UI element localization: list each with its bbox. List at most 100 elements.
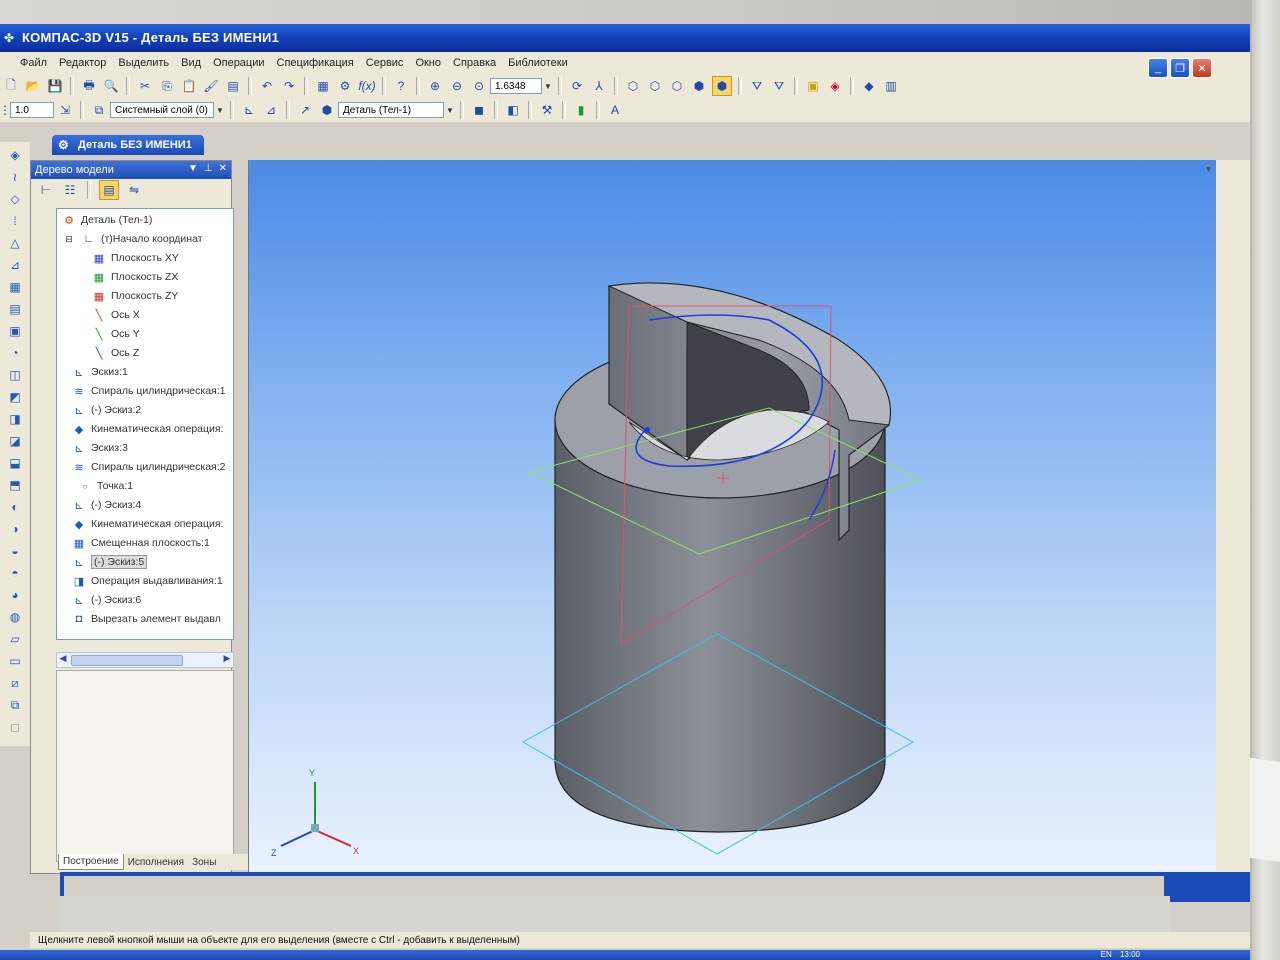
sketch-mode-icon[interactable]: ⊾ xyxy=(240,101,258,119)
close-icon[interactable]: ✕ xyxy=(219,163,227,174)
scroll-right-icon[interactable]: ▶ xyxy=(221,653,233,664)
tree-item[interactable]: ⊾ Эскиз:1 xyxy=(71,363,127,381)
sweep-op-icon[interactable]: ◑ xyxy=(5,520,25,538)
weld-icon[interactable]: ⬓ xyxy=(5,454,25,472)
filter-icon[interactable]: ⛛ xyxy=(748,77,766,95)
halftone-icon[interactable]: ⬢ xyxy=(690,77,708,95)
tree-item[interactable]: ⊾ (-) Эскиз:4 xyxy=(71,496,141,514)
spatial-curves-icon[interactable]: ≀ xyxy=(5,168,25,186)
rib-icon[interactable]: ▱ xyxy=(5,630,25,648)
menu-window[interactable]: Окно xyxy=(409,57,447,69)
paste-icon[interactable]: 📋 xyxy=(180,77,198,95)
hole-icon[interactable]: ◍ xyxy=(5,608,25,626)
menu-select[interactable]: Выделить xyxy=(112,57,175,69)
tree-item[interactable]: ⊾ Эскиз:3 xyxy=(71,439,127,457)
select-filter-icon[interactable]: ⛛ xyxy=(770,77,788,95)
filters-icon[interactable]: ▦ xyxy=(5,278,25,296)
extrude-side-icon[interactable]: ⬒ xyxy=(5,476,25,494)
tree-view-icon[interactable]: ▤ xyxy=(99,180,119,200)
sheet-body-icon[interactable]: ◫ xyxy=(5,366,25,384)
tree-item[interactable]: ≋ Спираль цилиндрическая:2 xyxy=(71,458,225,476)
shaded-cube-icon[interactable]: ◆ xyxy=(860,77,878,95)
close-icon[interactable]: ✕ xyxy=(1192,58,1212,78)
library-icon[interactable]: ⚙ xyxy=(336,77,354,95)
shell-icon[interactable]: ▭ xyxy=(5,652,25,670)
tree-item[interactable]: ▦ Плоскость ZY xyxy=(91,287,179,305)
menu-file[interactable]: Файл xyxy=(14,57,53,69)
collapse-icon[interactable]: ⊟ xyxy=(61,232,77,246)
reports-icon[interactable]: ▣ xyxy=(5,322,25,340)
tree-item[interactable]: ⊾ (-) Эскиз:2 xyxy=(71,401,141,419)
new-file-icon[interactable]: 🗋 xyxy=(2,77,20,95)
scroll-left-icon[interactable]: ◀ xyxy=(57,653,69,664)
zoom-scale-field[interactable]: 1.6348 xyxy=(490,78,542,94)
chevron-down-icon[interactable]: ▼ xyxy=(542,79,554,93)
specification-icon[interactable]: ▤ xyxy=(5,300,25,318)
tree-item[interactable]: ▦ Плоскость ZX xyxy=(91,268,179,286)
orientation-icon[interactable]: ⅄ xyxy=(590,77,608,95)
detail-select[interactable]: Деталь (Тел-1) xyxy=(338,102,444,118)
chevron-down-icon[interactable]: ▼ xyxy=(188,163,198,174)
hidden-thin-icon[interactable]: ⬡ xyxy=(668,77,686,95)
tree-item[interactable]: ⊾ (-) Эскиз:6 xyxy=(71,591,141,609)
copy-icon[interactable]: ⎘ xyxy=(158,77,176,95)
restore-icon[interactable]: ❐ xyxy=(1170,58,1190,78)
orient-icon[interactable]: ↗ xyxy=(296,101,314,119)
sheet-bend-icon[interactable]: ◩ xyxy=(5,388,25,406)
tab-zones[interactable]: Зоны xyxy=(188,854,220,870)
tree-horizontal-scrollbar[interactable]: ◀ ▶ xyxy=(56,652,234,668)
menu-service[interactable]: Сервис xyxy=(360,57,410,69)
print-icon[interactable]: 🖶 xyxy=(80,77,98,95)
preview-icon[interactable]: 🔍 xyxy=(102,77,120,95)
tab-build[interactable]: Построение xyxy=(58,854,124,870)
blue-cube-icon[interactable]: ◼ xyxy=(470,101,488,119)
tree-item[interactable]: ▦ Смещенная плоскость:1 xyxy=(71,534,210,552)
zoom-window-icon[interactable]: ⊕ xyxy=(426,77,444,95)
step-field[interactable]: 1.0 xyxy=(10,102,54,118)
menu-specification[interactable]: Спецификация xyxy=(271,57,360,69)
redo-icon[interactable]: ↷ xyxy=(280,77,298,95)
3d-viewport[interactable]: Y X Z ▼ xyxy=(248,160,1217,872)
tree-relations-icon[interactable]: ⇋ xyxy=(125,181,143,199)
tree-item[interactable]: ▦ Плоскость XY xyxy=(91,249,179,267)
cut-icon[interactable]: ✂ xyxy=(136,77,154,95)
variables-icon[interactable]: f(x) xyxy=(358,77,376,95)
chevron-down-icon[interactable]: ▼ xyxy=(214,103,226,117)
zoom-all-icon[interactable]: ⊙ xyxy=(470,77,488,95)
pin-icon[interactable]: ⊥ xyxy=(204,163,213,174)
tree-item[interactable]: ◆ Кинематическая операция: xyxy=(71,515,224,533)
manager-icon[interactable]: ▦ xyxy=(314,77,332,95)
tree-item[interactable]: ≋ Спираль цилиндрическая:1 xyxy=(71,382,225,400)
tab-versions[interactable]: Исполнения xyxy=(124,854,188,870)
tree-item[interactable]: ╲ Ось Z xyxy=(91,344,140,362)
tree-item[interactable]: ○ Точка:1 xyxy=(77,477,134,495)
tree-item[interactable]: ╲ Ось Y xyxy=(91,325,140,343)
tree-item[interactable]: ⊟ ∟ (т)Начало координат xyxy=(61,230,202,248)
chevron-down-icon[interactable]: ▼ xyxy=(444,103,456,117)
tree-item[interactable]: ╲ Ось X xyxy=(91,306,140,324)
edit-sketch-icon[interactable]: ⊿ xyxy=(262,101,280,119)
save-icon[interactable]: 💾 xyxy=(46,77,64,95)
annotation-icon[interactable]: A xyxy=(606,101,624,119)
scroll-thumb[interactable] xyxy=(71,655,183,666)
mold-icon[interactable]: ◪ xyxy=(5,432,25,450)
step-cursor-icon[interactable]: ⇲ xyxy=(56,101,74,119)
tree-item[interactable]: ◨ Операция выдавливания:1 xyxy=(71,572,223,590)
menu-help[interactable]: Справка xyxy=(447,57,502,69)
open-file-icon[interactable]: 📂 xyxy=(24,77,42,95)
tree-item[interactable]: ◘ Вырезать элемент выдавл xyxy=(71,610,221,628)
assembly-icon[interactable]: ⚒ xyxy=(538,101,556,119)
arrays-icon[interactable]: ⁞ xyxy=(5,212,25,230)
face-cube-icon[interactable]: ◧ xyxy=(504,101,522,119)
tree-build-order-icon[interactable]: ⊢ xyxy=(37,181,55,199)
aux-geometry-icon[interactable]: △ xyxy=(5,234,25,252)
green-body-icon[interactable]: ▮ xyxy=(572,101,590,119)
properties-icon[interactable]: ▤ xyxy=(224,77,242,95)
layer-select[interactable]: Системный слой (0) xyxy=(110,102,214,118)
viewport-menu-chevron-icon[interactable]: ▼ xyxy=(1204,164,1213,174)
tree-item[interactable]: ◆ Кинематическая операция: xyxy=(71,420,224,438)
menu-libraries[interactable]: Библиотеки xyxy=(502,57,574,69)
mirror-icon[interactable]: ⧄ xyxy=(5,674,25,692)
menu-operations[interactable]: Операции xyxy=(207,57,270,69)
hidden-lines-icon[interactable]: ⬡ xyxy=(646,77,664,95)
